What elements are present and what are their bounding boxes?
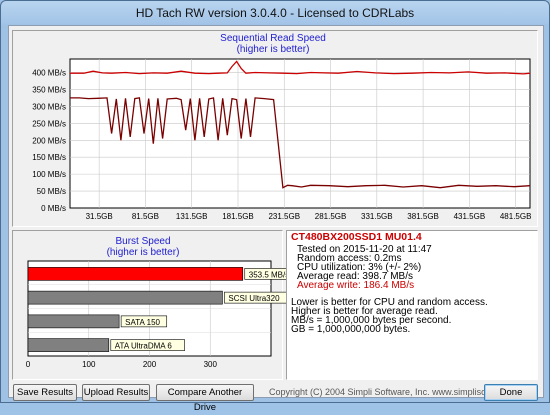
burst-bar <box>27 290 223 305</box>
compare-drive-button[interactable]: Compare Another Drive <box>156 384 254 413</box>
burst-bar-label: 353.5 MB/s <box>249 270 289 279</box>
client-area: Sequential Read Speed (higher is better)… <box>8 25 544 413</box>
drive-name: CT480BX200SSD1 MU01.4 <box>291 231 422 243</box>
read-y-tick-label: 100 MB/s <box>32 170 66 179</box>
upload-results-button[interactable]: Upload Results <box>82 384 150 401</box>
read-y-tick-label: 300 MB/s <box>32 102 66 111</box>
burst-bar <box>27 314 120 329</box>
burst-bar-label: SCSI Ultra320 <box>228 294 280 303</box>
done-button[interactable]: Done <box>484 384 538 401</box>
read-x-tick-label: 81.5GB <box>132 212 159 221</box>
app-window: HD Tach RW version 3.0.4.0 - Licensed to… <box>0 0 550 413</box>
read-x-tick-label: 331.5GB <box>361 212 393 221</box>
burst-x-tick-label: 0 <box>26 360 31 369</box>
read-chart-panel: Sequential Read Speed (higher is better)… <box>12 30 538 227</box>
read-y-tick-label: 400 MB/s <box>32 69 66 78</box>
info-panel: CT480BX200SSD1 MU01.4 Tested on 2015-11-… <box>286 230 538 380</box>
read-x-tick-label: 381.5GB <box>407 212 439 221</box>
burst-bar-label: SATA 150 <box>125 318 160 327</box>
read-y-tick-label: 50 MB/s <box>37 187 66 196</box>
burst-bar-label: ATA UltraDMA 6 <box>115 342 173 351</box>
read-x-tick-label: 31.5GB <box>86 212 113 221</box>
burst-x-tick-label: 100 <box>82 360 96 369</box>
read-chart: 400 MB/s 350 MB/s 300 MB/s 250 MB/s 200 MB/s… <box>32 58 532 221</box>
note-gb: GB = 1,000,000,000 bytes. <box>291 324 411 335</box>
burst-bar <box>27 338 110 352</box>
read-x-tick-label: 181.5GB <box>222 212 254 221</box>
burst-chart: 0 100 200 300 353.5 MB/s SCSI Ultra320 SATA 15… <box>26 260 301 369</box>
read-x-tick-label: 481.5GB <box>500 212 532 221</box>
burst-chart-panel: Burst Speed (higher is better) 0 100 200 30… <box>12 230 301 380</box>
read-y-tick-label: 250 MB/s <box>32 119 66 128</box>
read-x-tick-label: 131.5GB <box>176 212 208 221</box>
read-x-tick-label: 431.5GB <box>454 212 486 221</box>
save-results-button[interactable]: Save Results <box>13 384 77 401</box>
read-y-tick-label: 200 MB/s <box>32 136 66 145</box>
read-x-tick-label: 281.5GB <box>315 212 347 221</box>
read-y-tick-label: 350 MB/s <box>32 85 66 94</box>
read-x-tick-label: 231.5GB <box>268 212 300 221</box>
burst-x-tick-label: 300 <box>204 360 218 369</box>
average-write: Average write: 186.4 MB/s <box>297 280 415 291</box>
read-y-tick-label: 150 MB/s <box>32 153 66 162</box>
burst-x-tick-label: 200 <box>143 360 157 369</box>
burst-bar <box>27 267 244 281</box>
read-y-tick-label: 0 MB/s <box>41 204 66 213</box>
window-title: HD Tach RW version 3.0.4.0 - Licensed to… <box>135 6 415 20</box>
